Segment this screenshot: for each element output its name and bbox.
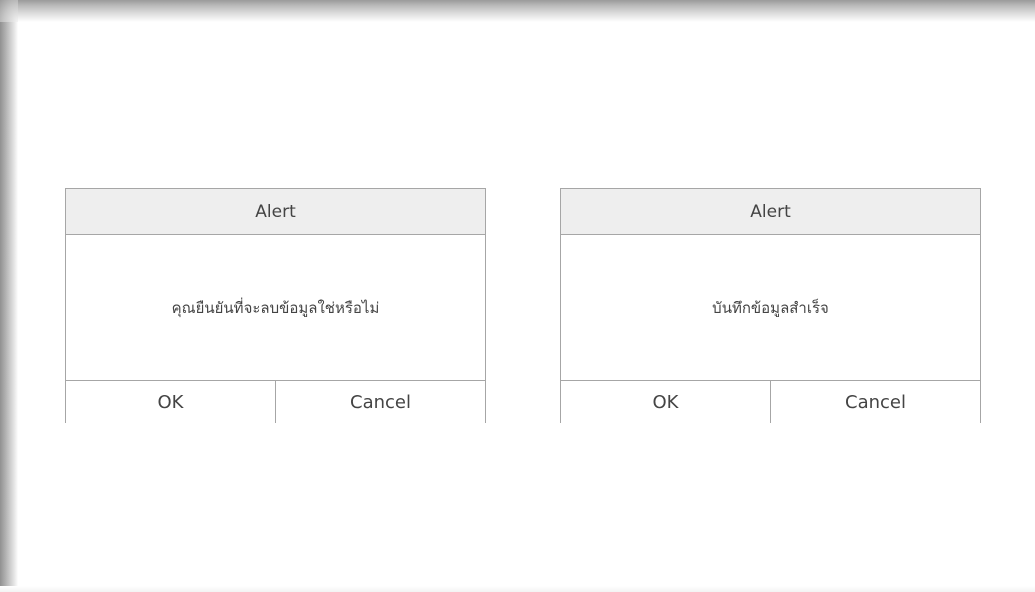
dialog-title: Alert [561, 189, 980, 235]
save-success-dialog: Alert บันทึกข้อมูลสำเร็จ OK Cancel [560, 188, 981, 423]
dialog-message: บันทึกข้อมูลสำเร็จ [712, 298, 829, 317]
frame-shadow-bottom [0, 586, 1035, 592]
dialog-actions: OK Cancel [561, 380, 980, 423]
confirm-delete-dialog: Alert คุณยืนยันที่จะลบข้อมูลใช่หรือไม่ O… [65, 188, 486, 423]
dialog-title: Alert [66, 189, 485, 235]
cancel-button[interactable]: Cancel [770, 381, 980, 423]
ok-button[interactable]: OK [561, 381, 770, 423]
frame-shadow-corner [0, 0, 18, 22]
ok-button[interactable]: OK [66, 381, 275, 423]
frame-shadow-top [0, 0, 1035, 22]
cancel-button[interactable]: Cancel [275, 381, 485, 423]
frame-shadow-left [0, 0, 18, 592]
dialog-actions: OK Cancel [66, 380, 485, 423]
canvas: Alert คุณยืนยันที่จะลบข้อมูลใช่หรือไม่ O… [0, 0, 1035, 592]
dialog-message: คุณยืนยันที่จะลบข้อมูลใช่หรือไม่ [171, 298, 380, 317]
